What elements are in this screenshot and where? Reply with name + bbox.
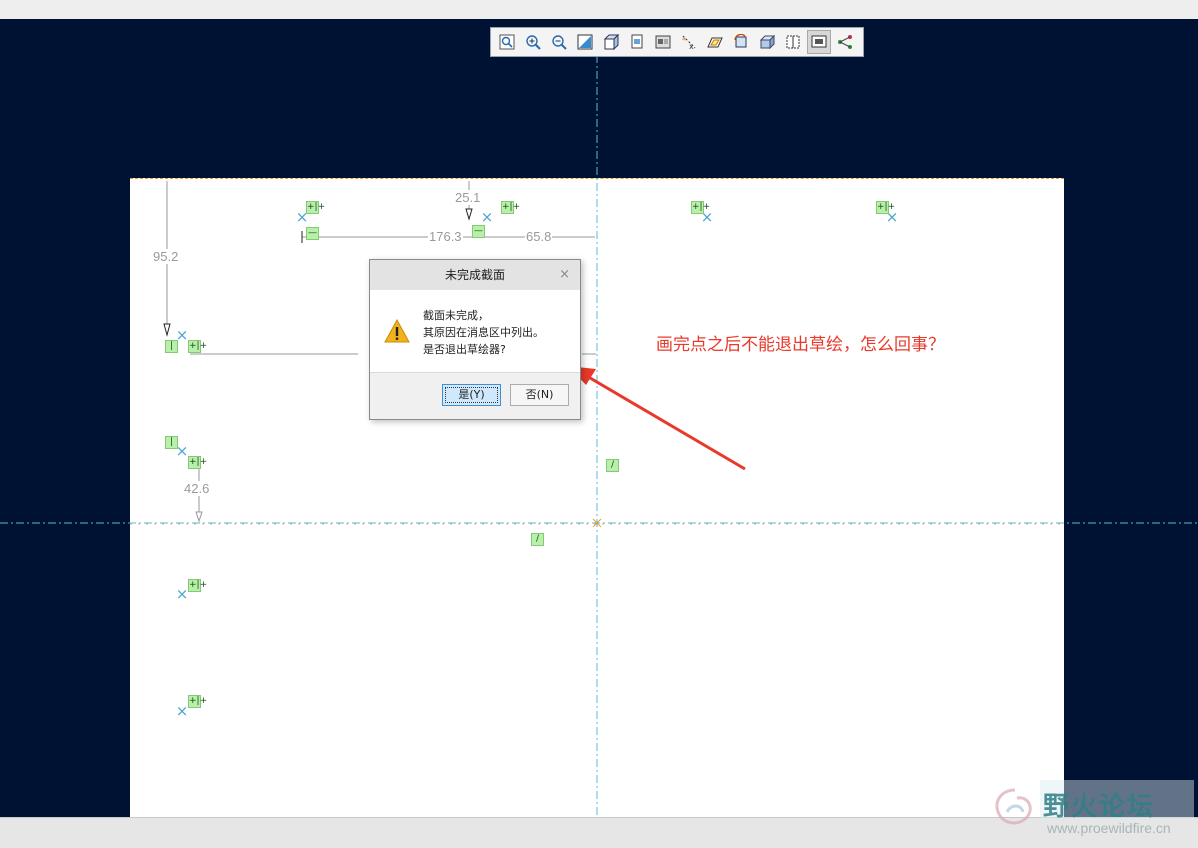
dimension-display-icon[interactable] [807,30,831,54]
dialog-message: 截面未完成， 其原因在消息区中列出。 是否退出草绘器? [423,307,544,358]
constraint-marker[interactable]: +|+ [876,201,895,214]
datum-display-icon[interactable]: * x [677,30,701,54]
top-strip [0,0,1198,20]
watermark-title: 野火论坛 [1043,792,1156,822]
dialog-message-line: 截面未完成， [423,309,489,322]
watermark-logo [995,788,1032,825]
dialog-message-line: 其原因在消息区中列出。 [423,326,544,339]
view-3d-icon[interactable] [755,30,779,54]
zoom-out-icon[interactable] [547,30,571,54]
reorient-icon[interactable] [729,30,753,54]
view-manager-icon[interactable] [651,30,675,54]
dimension-42-6[interactable]: 42.6 [183,481,211,496]
dimension-176-3[interactable]: 176.3 [428,229,463,244]
dialog-message-line: 是否退出草绘器? [423,343,506,356]
constraint-marker[interactable]: — [472,225,485,238]
dimension-95-2[interactable]: 95.2 [152,249,180,264]
constraint-marker[interactable]: / [606,459,619,472]
svg-text:x: x [689,42,694,50]
constraint-marker[interactable]: +|+ [188,579,207,592]
refit-icon[interactable] [495,30,519,54]
constraint-marker[interactable]: +|+ [691,201,710,214]
dialog-title: 未完成截面 [444,268,505,282]
sketch-geometry [0,39,1198,817]
constraint-marker[interactable]: +|+ [188,695,207,708]
sketch-point[interactable]: × [480,210,494,225]
incomplete-section-dialog: 未完成截面 × 截面未完成， 其原因在消息区中列出。 是否退出草绘器? 是(Y)… [369,259,581,420]
warning-icon [384,318,410,347]
annotation-question: 画完点之后不能退出草绘，怎么回事？ [656,335,945,355]
dialog-body: 截面未完成， 其原因在消息区中列出。 是否退出草绘器? [370,290,580,372]
constraint-marker[interactable]: | [165,340,178,353]
constraint-marker[interactable]: +|+ [501,201,520,214]
constraint-marker[interactable]: / [531,533,544,546]
sketch-view-icon[interactable] [703,30,727,54]
constraint-marker[interactable]: +|+ [188,340,207,353]
constraint-marker[interactable]: — [306,227,319,240]
annotation-arrow-line [584,373,746,471]
no-button[interactable]: 否(N) [510,384,569,406]
graphics-window[interactable]: 25.1 176.3 65.8 95.2 42.6 × × × × × × × … [0,19,1198,817]
constraint-display-icon[interactable] [833,30,857,54]
watermark-url: www.proewildfire.cn [1047,820,1171,836]
display-style-icon[interactable] [599,30,623,54]
sketch-point[interactable]: × [175,704,189,719]
sketch-point[interactable]: × [175,587,189,602]
saved-orientations-icon[interactable] [625,30,649,54]
dialog-titlebar[interactable]: 未完成截面 × [370,260,580,290]
dimension-25-1[interactable]: 25.1 [454,190,482,205]
graphics-toolbar: * x [490,27,864,57]
yes-button[interactable]: 是(Y) [442,384,501,406]
constraint-marker[interactable]: +|+ [188,456,207,469]
constraint-marker[interactable]: +|+ [306,201,325,214]
sketcher-display-icon[interactable] [781,30,805,54]
close-icon[interactable]: × [559,260,570,290]
svg-text:*: * [682,36,686,45]
forum-watermark: 野火论坛 www.proewildfire.cn [985,780,1195,840]
constraint-marker[interactable]: | [165,436,178,449]
dimension-65-8[interactable]: 65.8 [525,229,553,244]
zoom-in-icon[interactable] [521,30,545,54]
repaint-icon[interactable] [573,30,597,54]
dialog-footer: 是(Y) 否(N) [370,372,580,420]
